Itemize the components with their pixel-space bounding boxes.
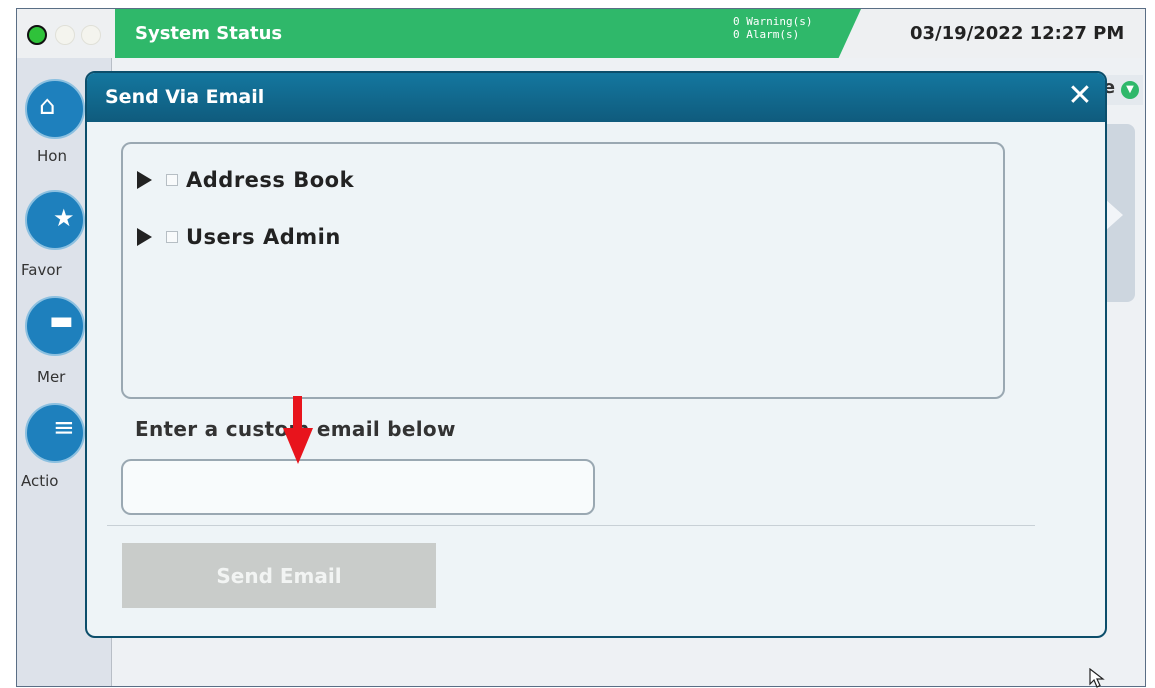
screen: System Status 0 Warning(s) 0 Alarm(s) 03… [16,8,1146,687]
chevron-down-icon: ▼ [1121,81,1139,99]
warning-count: 0 Warning(s) [733,15,813,28]
expand-triangle-icon[interactable] [137,228,152,246]
dialog-title: Send Via Email [105,86,265,108]
divider [107,525,1035,526]
users-admin-checkbox[interactable] [166,231,178,243]
system-status-bar[interactable]: System Status 0 Warning(s) 0 Alarm(s) [115,9,861,58]
status-led-off [81,25,101,45]
annotation-arrow-shaft [293,396,302,430]
tree-item-address-book[interactable]: Address Book [137,165,354,195]
status-led-off [55,25,75,45]
sidebar-label-favorites: Favor [21,261,62,279]
annotation-arrow-head [283,428,313,464]
datetime: 03/19/2022 12:27 PM [910,23,1125,44]
tree-item-label: Address Book [186,168,355,192]
actions-icon: ≡ [53,413,75,443]
recipient-tree: Address Book Users Admin [121,142,1005,399]
address-book-checkbox[interactable] [166,174,178,186]
tree-item-users-admin[interactable]: Users Admin [137,222,341,252]
menu-icon: ▬ [49,306,74,336]
chevron-right-icon [1105,199,1123,231]
expand-triangle-icon[interactable] [137,171,152,189]
top-bar: System Status 0 Warning(s) 0 Alarm(s) 03… [17,9,1145,59]
tree-item-label: Users Admin [186,225,341,249]
sidebar-label-home: Hon [37,147,67,165]
home-icon: ⌂ [39,91,56,121]
send-via-email-dialog: Send Via Email ✕ Address Book Users Admi… [85,71,1107,638]
mouse-cursor-icon [1089,668,1105,688]
star-icon: ★ [53,204,75,232]
send-email-button[interactable]: Send Email [122,543,436,608]
sidebar-label-actions: Actio [21,472,59,490]
alarm-count: 0 Alarm(s) [733,28,800,41]
home-button[interactable]: ⌂ [25,79,85,139]
sidebar-label-menu: Mer [37,368,66,386]
status-led-green [27,25,47,45]
actions-button[interactable]: ≡ [25,403,85,463]
close-icon[interactable]: ✕ [1065,81,1095,111]
dialog-header: Send Via Email ✕ [87,73,1105,122]
custom-email-input[interactable] [121,459,595,515]
warning-alarm-counts: 0 Warning(s) 0 Alarm(s) [733,15,812,41]
menu-button[interactable]: ▬ [25,296,85,356]
favorites-button[interactable]: ★ [25,190,85,250]
system-status-title: System Status [135,23,283,44]
